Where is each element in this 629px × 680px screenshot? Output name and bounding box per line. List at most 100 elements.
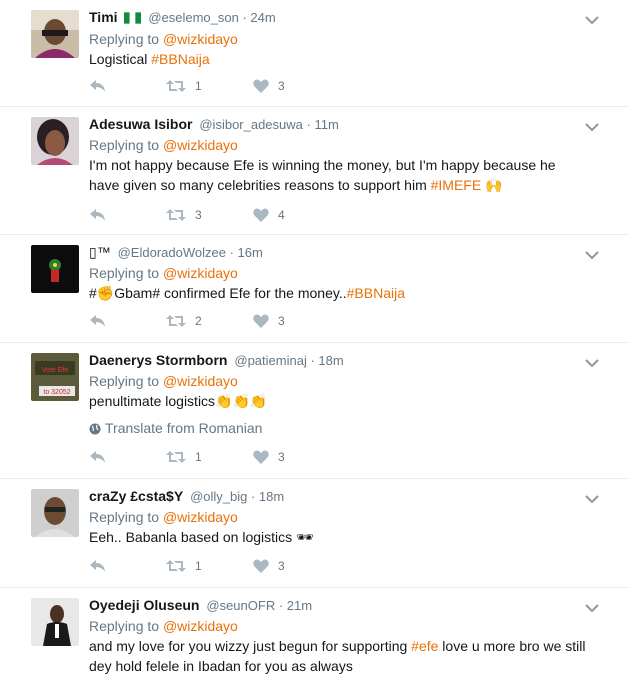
author-name[interactable]: ▯™ — [89, 244, 111, 260]
avatar[interactable]: Vote Efe to 32052 — [31, 353, 79, 401]
more-options-button[interactable] — [585, 119, 599, 135]
like-button[interactable]: 3 — [253, 559, 285, 573]
like-button[interactable]: 3 — [253, 79, 285, 93]
author-name[interactable]: Daenerys Stormborn — [89, 352, 227, 368]
more-options-button[interactable] — [585, 247, 599, 263]
author-handle[interactable]: @seunOFR — [206, 598, 275, 613]
hashtag-link[interactable]: #efe — [411, 638, 438, 654]
tweet-text: Logistical #BBNaija — [89, 49, 589, 69]
reply-icon — [90, 451, 105, 463]
timestamp[interactable]: 16m — [238, 245, 263, 260]
chevron-down-icon — [585, 359, 599, 368]
reply-button[interactable] — [89, 559, 166, 573]
reply-button[interactable] — [89, 79, 166, 93]
author-name[interactable]: Adesuwa Isibor — [89, 116, 192, 132]
avatar[interactable] — [31, 489, 79, 537]
timestamp[interactable]: 21m — [287, 598, 312, 613]
more-options-button[interactable] — [585, 491, 599, 507]
translate-label: Translate from Romanian — [105, 420, 263, 436]
retweet-button[interactable]: 1 — [166, 559, 253, 573]
timestamp[interactable]: 11m — [314, 117, 338, 132]
separator: · — [247, 489, 259, 504]
tweet-actions: 1 3 — [89, 448, 285, 466]
tweet-actions: 1 3 — [89, 77, 285, 95]
mention-link[interactable]: @wizkidayo — [163, 137, 238, 153]
chevron-down-icon — [585, 604, 599, 613]
tweet[interactable]: Adesuwa Isibor @isibor_adesuwa · 11m Rep… — [0, 107, 629, 235]
author-name[interactable]: Timi — [89, 9, 118, 25]
timestamp[interactable]: 18m — [259, 489, 284, 504]
like-icon — [253, 314, 269, 328]
hashtag-link[interactable]: #IMEFE — [431, 177, 482, 193]
retweet-button[interactable]: 2 — [166, 314, 253, 328]
like-button[interactable]: 3 — [253, 450, 285, 464]
retweet-button[interactable]: 1 — [166, 79, 253, 93]
like-button[interactable]: 3 — [253, 314, 285, 328]
replying-to: Replying to @wizkidayo — [89, 135, 589, 155]
author-handle[interactable]: @isibor_adesuwa — [199, 117, 303, 132]
reply-button[interactable] — [89, 208, 166, 222]
avatar[interactable] — [31, 10, 79, 58]
tweet-text: penultimate logistics👏👏👏 — [89, 391, 589, 411]
more-options-button[interactable] — [585, 12, 599, 28]
mention-link[interactable]: @wizkidayo — [163, 509, 238, 525]
text-segment: Eeh.. Babanla based on logistics 🕶 — [89, 529, 314, 545]
retweet-count: 1 — [195, 79, 202, 93]
tweet-actions: 2 3 — [89, 312, 285, 330]
retweet-count: 1 — [195, 559, 202, 573]
mention-link[interactable]: @wizkidayo — [163, 373, 238, 389]
reply-button[interactable] — [89, 314, 166, 328]
retweet-button[interactable]: 3 — [166, 208, 253, 222]
hashtag-link[interactable]: #BBNaija — [347, 285, 405, 301]
retweet-count: 3 — [195, 208, 202, 222]
tweet-text: I'm not happy because Efe is winning the… — [89, 155, 589, 195]
text-segment: #✊Gbam# confirmed Efe for the money.. — [89, 285, 347, 301]
tweet-text: #✊Gbam# confirmed Efe for the money..#BB… — [89, 283, 589, 303]
like-button[interactable]: 4 — [253, 208, 285, 222]
separator: · — [225, 245, 238, 260]
tweet[interactable]: Timi @eselemo_son · 24m Replying to @wiz… — [0, 0, 629, 107]
more-options-button[interactable] — [585, 355, 599, 371]
replying-to: Replying to @wizkidayo — [89, 263, 589, 283]
retweet-button[interactable]: 1 — [166, 450, 253, 464]
tweet[interactable]: Vote Efe to 32052 Daenerys Stormborn @pa… — [0, 343, 629, 479]
retweet-icon — [166, 209, 186, 221]
author-handle[interactable]: @eselemo_son — [148, 10, 239, 25]
tweet[interactable]: Oyedeji Oluseun @seunOFR · 21m Replying … — [0, 588, 629, 680]
reply-feed: Timi @eselemo_son · 24m Replying to @wiz… — [0, 0, 629, 680]
tweet-actions: 1 3 — [89, 557, 285, 575]
tweet[interactable]: ▯™ @EldoradoWolzee · 16m Replying to @wi… — [0, 235, 629, 343]
translate-link[interactable]: Translate from Romanian — [89, 419, 589, 437]
timestamp[interactable]: 18m — [318, 353, 343, 368]
replying-to: Replying to @wizkidayo — [89, 29, 589, 49]
mention-link[interactable]: @wizkidayo — [163, 31, 238, 47]
text-segment: 🙌 — [481, 177, 503, 193]
tweet[interactable]: craZy £csta$Y @olly_big · 18m Replying t… — [0, 479, 629, 588]
like-count: 3 — [278, 559, 285, 573]
retweet-icon — [166, 315, 186, 327]
avatar[interactable] — [31, 245, 79, 293]
author-handle[interactable]: @patieminaj — [234, 353, 306, 368]
tweet-text: and my love for you wizzy just begun for… — [89, 636, 589, 676]
avatar[interactable] — [31, 117, 79, 165]
avatar-text: to 32052 — [43, 389, 70, 396]
hashtag-link[interactable]: #BBNaija — [151, 51, 209, 67]
separator: · — [238, 10, 251, 25]
author-handle[interactable]: @EldoradoWolzee — [118, 245, 226, 260]
reply-button[interactable] — [89, 450, 166, 464]
like-count: 3 — [278, 314, 285, 328]
like-icon — [253, 559, 269, 573]
mention-link[interactable]: @wizkidayo — [163, 618, 238, 634]
avatar[interactable] — [31, 598, 79, 646]
mention-link[interactable]: @wizkidayo — [163, 265, 238, 281]
timestamp[interactable]: 24m — [250, 10, 275, 25]
author-handle[interactable]: @olly_big — [190, 489, 247, 504]
tweet-text: Eeh.. Babanla based on logistics 🕶 — [89, 527, 589, 547]
more-options-button[interactable] — [585, 600, 599, 616]
tweet-actions: 3 4 — [89, 206, 285, 224]
author-name[interactable]: craZy £csta$Y — [89, 488, 183, 504]
author-name[interactable]: Oyedeji Oluseun — [89, 597, 199, 613]
replying-prefix: Replying to — [89, 373, 163, 389]
replying-prefix: Replying to — [89, 265, 163, 281]
replying-prefix: Replying to — [89, 31, 163, 47]
